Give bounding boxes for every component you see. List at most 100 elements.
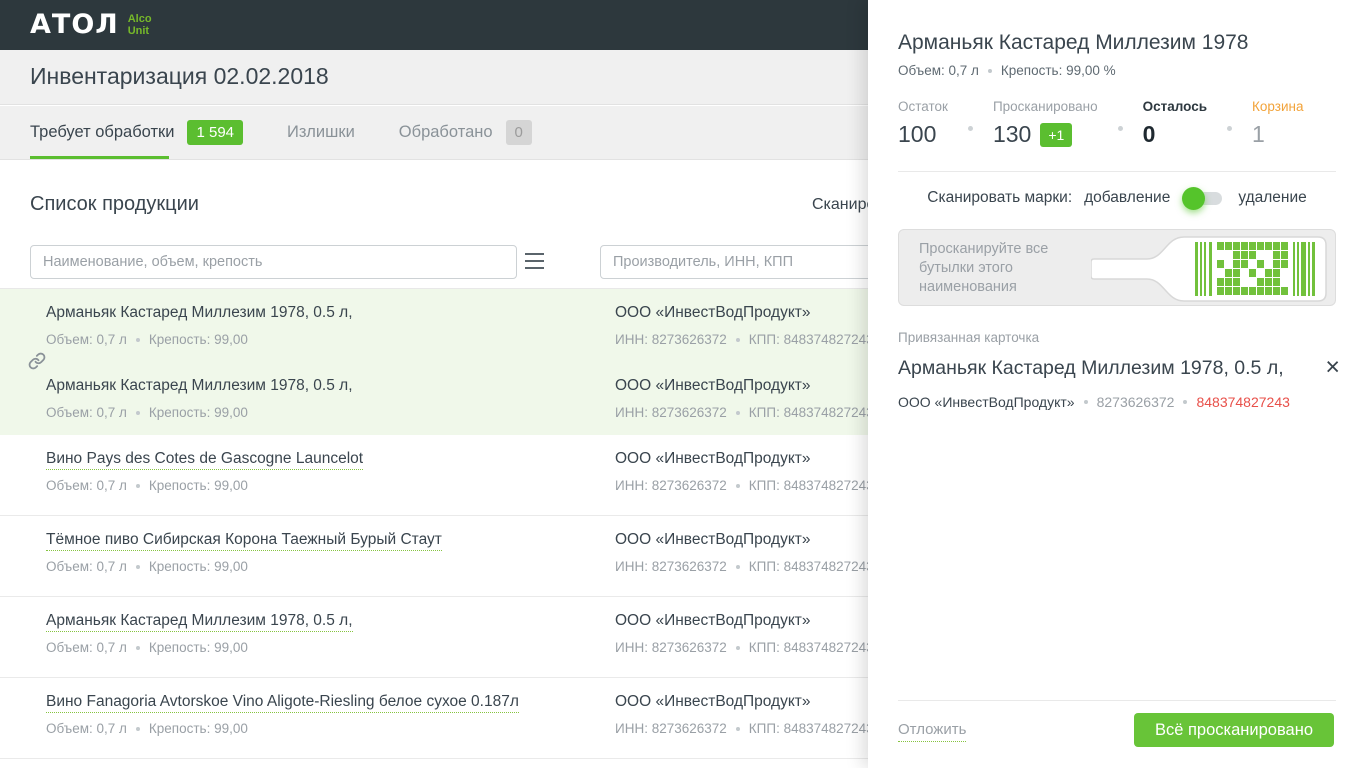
product-title[interactable]: Арманьяк Кастаред Миллезим 1978, 0.5 л, bbox=[46, 304, 353, 321]
scan-mode-row: Сканировать марки: добавление удаление bbox=[868, 186, 1366, 210]
tab-requires-processing[interactable]: Требует обработки 1 594 bbox=[30, 120, 244, 145]
producer-inn: ИНН: 8273626372 bbox=[615, 640, 727, 655]
producer-inn: ИНН: 8273626372 bbox=[615, 478, 727, 493]
dot-separator bbox=[735, 726, 740, 731]
tab-label: Требует обработки bbox=[30, 123, 175, 141]
card-inn: 8273626372 bbox=[1096, 394, 1175, 410]
producer-kpp: КПП: 848374827243 bbox=[748, 478, 874, 493]
producer-kpp: КПП: 848374827243 bbox=[748, 721, 874, 736]
dot-separator bbox=[735, 410, 740, 415]
producer-meta: ИНН: 8273626372 КПП: 848374827243 bbox=[615, 559, 874, 574]
panel-volume: Объем: 0,7 л bbox=[898, 63, 979, 78]
product-strength: Крепость: 99,00 bbox=[148, 405, 248, 420]
producer-name: ООО «ИнвестВодПродукт» bbox=[615, 450, 811, 467]
dot-separator bbox=[1083, 400, 1088, 404]
stat-basket[interactable]: Корзина 1 bbox=[1252, 99, 1303, 148]
tab-count-badge: 0 bbox=[505, 120, 532, 145]
stat-remainder: Остаток 100 bbox=[898, 99, 948, 147]
dot-separator bbox=[135, 337, 140, 342]
link-chain-icon bbox=[28, 352, 46, 375]
linked-card-title: Арманьяк Кастаред Миллезим 1978, 0.5 л, bbox=[898, 357, 1284, 379]
panel-product-title: Арманьяк Кастаред Миллезим 1978 bbox=[898, 31, 1249, 54]
linked-card-meta: ООО «ИнвестВодПродукт» 8273626372 848374… bbox=[898, 394, 1290, 410]
linked-card-label: Привязанная карточка bbox=[898, 330, 1040, 345]
product-meta: Объем: 0,7 л Крепость: 99,00 bbox=[46, 559, 442, 574]
product-title[interactable]: Вино Fanagoria Avtorskoe Vino Aligote-Ri… bbox=[46, 693, 519, 713]
logo-text: АТОЛ bbox=[30, 9, 119, 40]
atol-logo: АТОЛ Alco Unit bbox=[30, 9, 152, 40]
product-title[interactable]: Арманьяк Кастаред Миллезим 1978, 0.5 л, bbox=[46, 612, 353, 632]
product-title[interactable]: Вино Pays des Cotes de Gascogne Launcelo… bbox=[46, 450, 364, 470]
all-scanned-button[interactable]: Всё просканировано bbox=[1133, 713, 1334, 747]
producer-name: ООО «ИнвестВодПродукт» bbox=[615, 612, 811, 629]
product-detail-panel: Арманьяк Кастаред Миллезим 1978 Объем: 0… bbox=[868, 0, 1366, 768]
product-meta: Объем: 0,7 л Крепость: 99,00 bbox=[46, 640, 353, 655]
producer-inn: ИНН: 8273626372 bbox=[615, 405, 727, 420]
dot-separator bbox=[967, 126, 973, 131]
product-strength: Крепость: 99,00 bbox=[148, 559, 248, 574]
tab-count-badge: 1 594 bbox=[187, 120, 244, 145]
dot-separator bbox=[135, 564, 140, 569]
product-volume: Объем: 0,7 л bbox=[46, 478, 127, 493]
product-strength: Крепость: 99,00 bbox=[148, 478, 248, 493]
dot-separator bbox=[135, 726, 140, 731]
list-view-icon[interactable] bbox=[525, 253, 544, 269]
scanned-delta-badge: +1 bbox=[1040, 122, 1073, 147]
product-title[interactable]: Тёмное пиво Сибирская Корона Таежный Бур… bbox=[46, 531, 442, 551]
producer-name: ООО «ИнвестВодПродукт» bbox=[615, 693, 811, 710]
product-meta: Объем: 0,7 л Крепость: 99,00 bbox=[46, 721, 519, 736]
search-name-input[interactable] bbox=[30, 245, 517, 279]
product-list-heading: Список продукции bbox=[30, 193, 199, 215]
panel-strength: Крепость: 99,00 % bbox=[1000, 63, 1116, 78]
dot-separator bbox=[1183, 400, 1188, 404]
producer-name: ООО «ИнвестВодПродукт» bbox=[615, 531, 811, 548]
producer-name: ООО «ИнвестВодПродукт» bbox=[615, 377, 811, 394]
postpone-link[interactable]: Отложить bbox=[898, 721, 967, 742]
close-icon[interactable]: × bbox=[1325, 355, 1340, 380]
product-volume: Объем: 0,7 л bbox=[46, 640, 127, 655]
scan-area: Просканируйте все бутылки этого наименов… bbox=[898, 229, 1336, 306]
product-meta: Объем: 0,7 л Крепость: 99,00 bbox=[46, 478, 363, 493]
active-tab-indicator bbox=[30, 156, 169, 159]
producer-name: ООО «ИнвестВодПродукт» bbox=[615, 304, 811, 321]
tab-surplus[interactable]: Излишки bbox=[287, 123, 355, 142]
stat-scanned: Просканировано 130 +1 bbox=[992, 99, 1098, 147]
product-strength: Крепость: 99,00 bbox=[148, 640, 248, 655]
dot-separator bbox=[735, 337, 740, 342]
producer-inn: ИНН: 8273626372 bbox=[615, 332, 727, 347]
product-meta: Объем: 0,7 л Крепость: 99,00 bbox=[46, 405, 353, 420]
dot-separator bbox=[135, 483, 140, 488]
tab-label: Обработано bbox=[398, 123, 493, 141]
card-kpp: 848374827243 bbox=[1196, 394, 1290, 410]
divider bbox=[898, 171, 1336, 172]
scan-mode-add-label: добавление bbox=[1084, 189, 1171, 206]
dot-separator bbox=[1117, 126, 1123, 131]
producer-kpp: КПП: 848374827243 bbox=[748, 640, 874, 655]
producer-meta: ИНН: 8273626372 КПП: 848374827243 bbox=[615, 640, 874, 655]
dot-separator bbox=[987, 68, 992, 73]
producer-kpp: КПП: 848374827243 bbox=[748, 332, 874, 347]
producer-meta: ИНН: 8273626372 КПП: 848374827243 bbox=[615, 332, 874, 347]
divider bbox=[898, 700, 1336, 701]
stat-left: Осталось 0 bbox=[1142, 99, 1208, 147]
stats-row: Остаток 100 Просканировано 130 +1 Остало… bbox=[898, 99, 1303, 148]
product-strength: Крепость: 99,00 bbox=[148, 721, 248, 736]
dot-separator bbox=[735, 645, 740, 650]
scan-hint-text: Просканируйте все бутылки этого наименов… bbox=[919, 241, 1049, 295]
producer-inn: ИНН: 8273626372 bbox=[615, 721, 727, 736]
product-volume: Объем: 0,7 л bbox=[46, 332, 127, 347]
product-title[interactable]: Арманьяк Кастаред Миллезим 1978, 0.5 л, bbox=[46, 377, 353, 394]
producer-meta: ИНН: 8273626372 КПП: 848374827243 bbox=[615, 478, 874, 493]
scan-mode-toggle[interactable] bbox=[1182, 186, 1223, 210]
dot-separator bbox=[735, 564, 740, 569]
dot-separator bbox=[135, 645, 140, 650]
dot-separator bbox=[735, 483, 740, 488]
tab-processed[interactable]: Обработано 0 bbox=[399, 120, 532, 145]
producer-kpp: КПП: 848374827243 bbox=[748, 405, 874, 420]
panel-product-meta: Объем: 0,7 л Крепость: 99,00 % bbox=[898, 63, 1116, 78]
product-volume: Объем: 0,7 л bbox=[46, 559, 127, 574]
product-volume: Объем: 0,7 л bbox=[46, 721, 127, 736]
producer-meta: ИНН: 8273626372 КПП: 848374827243 bbox=[615, 405, 874, 420]
producer-meta: ИНН: 8273626372 КПП: 848374827243 bbox=[615, 721, 874, 736]
product-volume: Объем: 0,7 л bbox=[46, 405, 127, 420]
